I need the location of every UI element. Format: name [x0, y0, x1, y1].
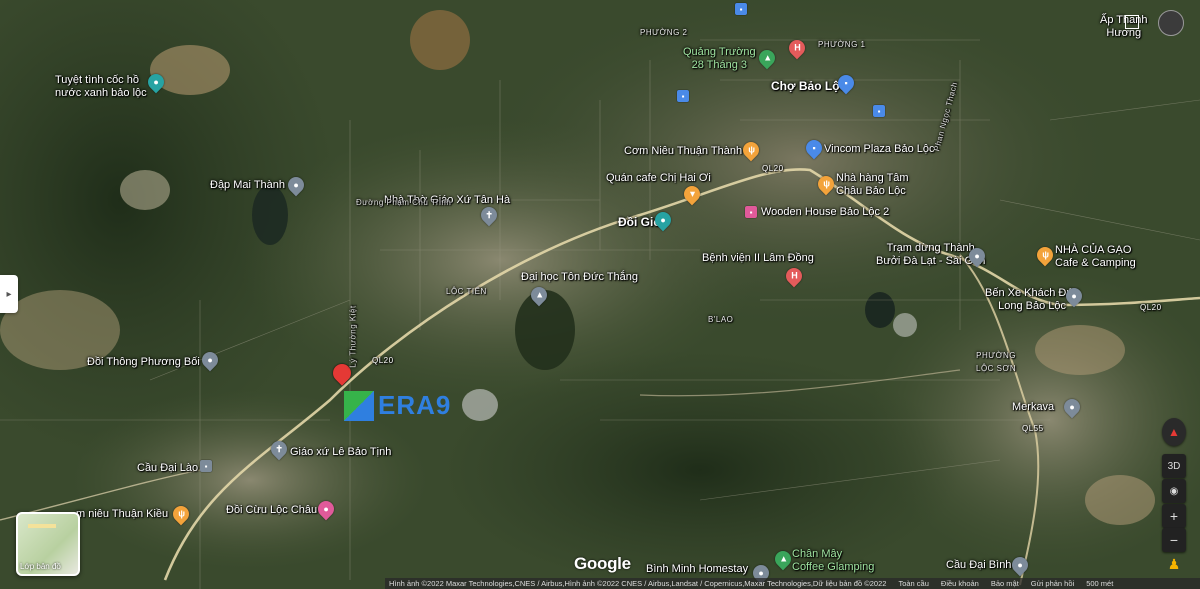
- bus-stop-marker[interactable]: ▪: [873, 105, 885, 117]
- park-icon: ▲: [762, 52, 772, 63]
- pegman-icon: ♟: [1167, 555, 1181, 572]
- shopping-icon: ▪: [812, 142, 816, 153]
- label-ap-thanh-huong: Ấp Thanh Hương: [1100, 14, 1148, 39]
- cart-icon: ▪: [844, 77, 848, 88]
- label-dai-hoc-ton-duc-thang[interactable]: Đại học Tôn Đức Thắng: [521, 271, 638, 284]
- label-merkava[interactable]: Merkava: [1012, 401, 1054, 414]
- cross-icon: ✝: [275, 443, 283, 454]
- label-quang-truong[interactable]: Quảng Trường 28 Tháng 3: [683, 46, 756, 72]
- watermark-logo: ERA9: [344, 390, 451, 421]
- pin-icon: ●: [1069, 401, 1075, 412]
- layer-toggle-label: Lớp bản đồ: [20, 562, 61, 571]
- graduation-cap-icon: ▲: [534, 289, 544, 300]
- camera-icon: ●: [660, 214, 666, 225]
- zoom-in-button[interactable]: +: [1162, 504, 1186, 528]
- compass-icon: ▲: [1168, 425, 1180, 439]
- pin-icon: ●: [293, 179, 299, 190]
- label-nha-cua-gao[interactable]: NHÀ CỦA GẠO Cafe & Camping: [1055, 244, 1136, 270]
- side-panel-toggle[interactable]: ▸: [0, 275, 18, 313]
- attribution-text: Hình ảnh ©2022 Maxar Technologies,CNES /…: [389, 579, 887, 588]
- bus-icon: ●: [1071, 290, 1077, 301]
- bus-stop-marker[interactable]: ▪: [735, 3, 747, 15]
- label-cau-dai-lao[interactable]: Cầu Đại Lào: [137, 462, 198, 475]
- compass-button[interactable]: ▲: [1162, 418, 1186, 446]
- label-doi-cuu-loc-chau[interactable]: Đồi Cừu Lộc Châu: [226, 504, 317, 517]
- road-label-ql55: QL55: [1022, 424, 1044, 433]
- label-cau-dai-binh[interactable]: Cầu Đại Bình: [946, 559, 1011, 572]
- label-chan-may[interactable]: Chân Mây Coffee Glamping: [792, 548, 874, 574]
- hotel-marker[interactable]: ▪: [745, 206, 757, 218]
- fork-knife-icon: ψ: [747, 144, 755, 155]
- bus-stop-marker[interactable]: ▪: [677, 90, 689, 102]
- label-phuong-loc-son: PHƯỜNG LỘC SƠN: [976, 351, 1017, 373]
- view-3d-button[interactable]: 3D: [1162, 454, 1186, 478]
- road-label-ql20: QL20: [372, 356, 394, 365]
- road-label-ql20: QL20: [1140, 303, 1162, 312]
- tree-icon: ▲: [778, 553, 788, 564]
- label-com-nieu-thuan-kieu[interactable]: m niêu Thuận Kiều: [76, 508, 168, 521]
- road-label-ql20: QL20: [762, 164, 784, 173]
- label-phuong-2: PHƯỜNG 2: [640, 28, 688, 37]
- footer-link-terms[interactable]: Điều khoản: [941, 578, 979, 589]
- label-nha-hang-tam-chau[interactable]: Nhà hàng Tâm Châu Bảo Lộc: [836, 172, 909, 198]
- zoom-out-button[interactable]: −: [1162, 528, 1186, 552]
- fork-knife-icon: ψ: [177, 508, 185, 519]
- footer-link-feedback[interactable]: Gửi phản hồi: [1031, 578, 1074, 589]
- logo-mark-icon: [344, 390, 374, 421]
- fork-knife-icon: ψ: [1041, 249, 1049, 260]
- label-cho-bao-loc[interactable]: Chợ Bảo Lộc: [771, 80, 846, 93]
- road-label: Lý Thường Kiệt: [348, 305, 358, 368]
- google-logo: Google: [574, 554, 631, 573]
- fork-knife-icon: ψ: [822, 178, 830, 189]
- attribution-bar: Hình ảnh ©2022 Maxar Technologies,CNES /…: [385, 578, 1200, 589]
- footer-link-privacy[interactable]: Bảo mật: [991, 578, 1019, 589]
- label-wooden-house[interactable]: Wooden House Bảo Lộc 2: [761, 206, 889, 219]
- label-giao-xu-le-bao-tinh[interactable]: Giáo xứ Lê Bảo Tịnh: [290, 446, 391, 459]
- label-com-nieu-thuan-thanh[interactable]: Cơm Niêu Thuận Thành: [624, 145, 742, 158]
- scale-label: 500 mét: [1086, 579, 1114, 588]
- bridge-marker[interactable]: ▪: [200, 460, 212, 472]
- hospital-icon: H: [793, 42, 801, 53]
- label-vincom[interactable]: Vincom Plaza Bảo Lộc: [824, 143, 934, 156]
- label-phuong-1: PHƯỜNG 1: [818, 40, 866, 49]
- label-quan-cafe[interactable]: Quán cafe Chị Hai Ơi: [606, 172, 711, 185]
- label-ben-xe[interactable]: Bến Xe Khách Đức Long Bảo Lộc: [985, 287, 1079, 313]
- street-view-pegman[interactable]: ♟: [1162, 552, 1186, 576]
- label-dap-mai-thanh[interactable]: Đập Mai Thành: [210, 179, 285, 192]
- my-location-button[interactable]: ◉: [1162, 479, 1186, 503]
- pin-icon: ●: [974, 250, 980, 261]
- label-binh-minh-homestay[interactable]: Bình Minh Homestay: [646, 563, 748, 576]
- layer-toggle-button[interactable]: Lớp bản đồ: [16, 512, 80, 576]
- label-benh-vien[interactable]: Bệnh viện II Lâm Đồng: [702, 252, 814, 265]
- pin-icon: ●: [207, 354, 213, 365]
- camera-icon: ●: [323, 503, 329, 514]
- label-doi-thong-phuong-boi[interactable]: Đồi Thông Phương Bối: [87, 356, 200, 369]
- label-tuyet-tinh-coc[interactable]: Tuyệt tình cốc hồ nước xanh bảo lộc: [55, 74, 147, 100]
- cross-icon: ✝: [485, 209, 493, 220]
- camera-icon: ●: [153, 76, 159, 87]
- chevron-right-icon: ▸: [6, 288, 12, 300]
- label-b-lao: B'LAO: [708, 315, 734, 324]
- pin-icon: ●: [1017, 559, 1023, 570]
- map-thumbnail-road: [28, 524, 56, 528]
- road-label: Đường Phạm Chu Trinh: [356, 198, 452, 207]
- apps-grid-icon[interactable]: [1125, 15, 1139, 29]
- hospital-icon: H: [790, 270, 798, 281]
- location-target-icon: ◉: [1169, 485, 1179, 497]
- avatar[interactable]: [1158, 10, 1184, 36]
- footer-link-global[interactable]: Toàn cầu: [898, 578, 928, 589]
- pin-icon: ●: [758, 567, 764, 578]
- cup-icon: ▾: [689, 188, 695, 199]
- label-loc-tien: LỘC TIẾN: [446, 287, 487, 296]
